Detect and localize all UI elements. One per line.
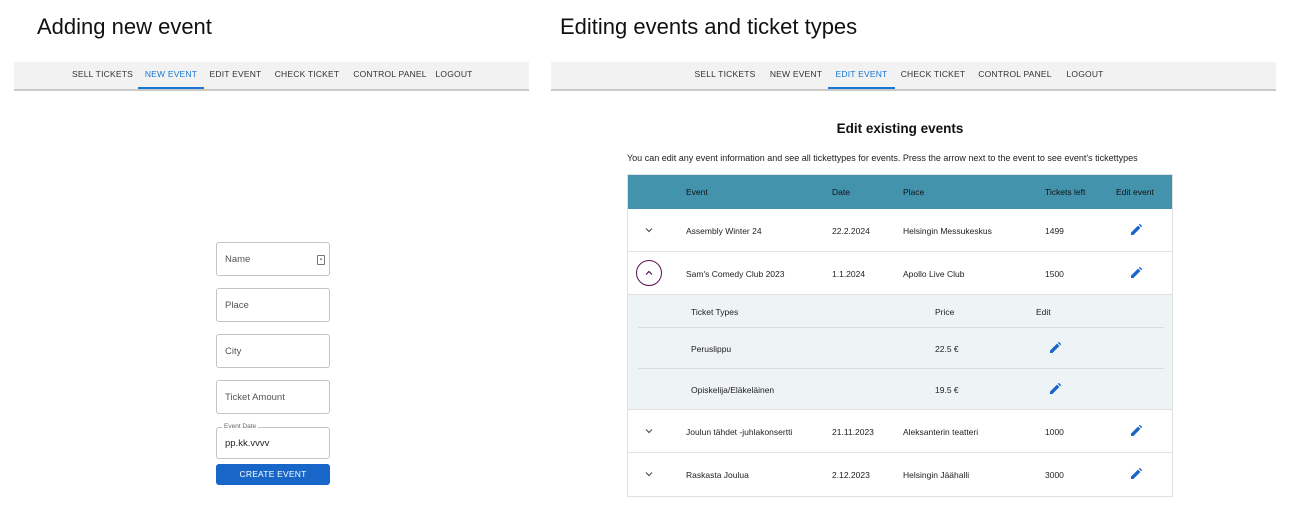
event-place: Helsingin Messukeskus [903, 226, 992, 236]
edit-pencil-icon[interactable] [1130, 425, 1142, 437]
events-table: Event Date Place Tickets left Edit event… [627, 174, 1173, 497]
nav-edit-event[interactable]: EDIT EVENT [828, 62, 895, 89]
nav-sell-tickets[interactable]: SELL TICKETS [72, 62, 133, 89]
header-price: Price [935, 307, 955, 317]
event-date-field[interactable]: Event Date pp.kk.vvvv [216, 423, 330, 459]
ticket-type-row: Peruslippu 22.5 € [638, 328, 1164, 369]
name-placeholder: Name [225, 254, 251, 265]
expand-row-button[interactable] [636, 418, 662, 444]
create-event-button[interactable]: CREATE EVENT [216, 464, 330, 485]
event-date: 2.12.2023 [832, 470, 870, 480]
nav-control-panel[interactable]: CONTROL PANEL [977, 62, 1053, 89]
nav-logout[interactable]: LOGOUT [1063, 62, 1107, 89]
edit-events-heading: Edit existing events [836, 121, 964, 136]
ticket-type-price: 19.5 € [935, 385, 959, 395]
event-tickets-left: 1000 [1045, 427, 1064, 437]
event-name: Sam's Comedy Club 2023 [686, 269, 785, 279]
event-date: 1.1.2024 [832, 269, 866, 279]
ticket-amount-placeholder: Ticket Amount [225, 392, 285, 403]
city-field[interactable]: City [216, 334, 330, 368]
event-place: Aleksanterin teatteri [903, 427, 979, 437]
event-date: 21.11.2023 [832, 427, 874, 437]
ticket-type-row: Opiskelija/Eläkeläinen 19.5 € [638, 369, 1164, 410]
event-name: Assembly Winter 24 [686, 226, 762, 236]
chevron-down-icon [645, 472, 653, 477]
left-navbar: SELL TICKETS NEW EVENT EDIT EVENT CHECK … [14, 62, 529, 91]
table-header: Event Date Place Tickets left Edit event [628, 175, 1172, 209]
header-date: Date [832, 187, 850, 197]
collapse-row-button[interactable] [636, 260, 662, 286]
edit-pencil-icon[interactable] [1130, 224, 1142, 236]
event-tickets-left: 1500 [1045, 269, 1064, 279]
event-place: Helsingin Jäähalli [903, 470, 970, 480]
header-ticket-types: Ticket Types [691, 307, 739, 317]
right-panel-title: Editing events and ticket types [560, 14, 858, 39]
ticket-type-name: Peruslippu [691, 344, 732, 354]
chevron-down-icon [645, 228, 653, 233]
city-placeholder: City [225, 346, 242, 357]
header-tickets-left: Tickets left [1045, 187, 1086, 197]
expand-row-button[interactable] [636, 217, 662, 243]
nav-check-ticket[interactable]: CHECK TICKET [272, 62, 342, 89]
ticket-types-header: Ticket Types Price Edit [638, 295, 1164, 328]
edit-pencil-icon[interactable] [1130, 267, 1142, 279]
edit-pencil-icon[interactable] [1049, 342, 1061, 354]
header-edit-event: Edit event [1116, 187, 1154, 197]
event-date: 22.2.2024 [832, 226, 870, 236]
ticket-type-name: Opiskelija/Eläkeläinen [691, 385, 775, 395]
event-tickets-left: 3000 [1045, 470, 1064, 480]
edit-events-description: You can edit any event information and s… [627, 153, 1138, 163]
place-placeholder: Place [225, 300, 249, 311]
ticket-type-price: 22.5 € [935, 344, 959, 354]
event-name: Raskasta Joulua [686, 470, 749, 480]
chevron-up-icon [645, 270, 653, 275]
table-row: Joulun tähdet -juhlakonsertti 21.11.2023… [628, 410, 1172, 453]
nav-control-panel[interactable]: CONTROL PANEL [350, 62, 430, 89]
table-row-expanded: Sam's Comedy Club 2023 1.1.2024 Apollo L… [628, 252, 1172, 295]
nav-edit-event[interactable]: EDIT EVENT [209, 62, 262, 89]
nav-new-event[interactable]: NEW EVENT [138, 62, 204, 89]
edit-pencil-icon[interactable] [1049, 383, 1061, 395]
event-name: Joulun tähdet -juhlakonsertti [686, 427, 793, 437]
header-edit: Edit [1036, 307, 1051, 317]
edit-pencil-icon[interactable] [1130, 468, 1142, 480]
place-field[interactable]: Place [216, 288, 330, 322]
header-place: Place [903, 187, 925, 197]
chevron-down-icon [645, 429, 653, 434]
table-row: Assembly Winter 24 22.2.2024 Helsingin M… [628, 209, 1172, 252]
event-date-value: pp.kk.vvvv [225, 438, 270, 449]
name-field[interactable]: Name ▪ [216, 242, 330, 276]
ticket-amount-field[interactable]: Ticket Amount [216, 380, 330, 414]
nav-sell-tickets[interactable]: SELL TICKETS [693, 62, 757, 89]
nav-new-event[interactable]: NEW EVENT [767, 62, 825, 89]
table-row: Raskasta Joulua 2.12.2023 Helsingin Jääh… [628, 453, 1172, 496]
ticket-types-table: Ticket Types Price Edit Peruslippu 22.5 … [628, 295, 1172, 410]
header-event: Event [686, 187, 708, 197]
expand-row-button[interactable] [636, 461, 662, 487]
event-tickets-left: 1499 [1045, 226, 1064, 236]
nav-check-ticket[interactable]: CHECK TICKET [899, 62, 967, 89]
nav-logout[interactable]: LOGOUT [434, 62, 474, 89]
event-date-label: Event Date [222, 423, 259, 430]
right-navbar: SELL TICKETS NEW EVENT EDIT EVENT CHECK … [551, 62, 1276, 91]
autofill-icon: ▪ [317, 255, 325, 265]
event-place: Apollo Live Club [903, 269, 965, 279]
left-panel-title: Adding new event [37, 14, 212, 39]
